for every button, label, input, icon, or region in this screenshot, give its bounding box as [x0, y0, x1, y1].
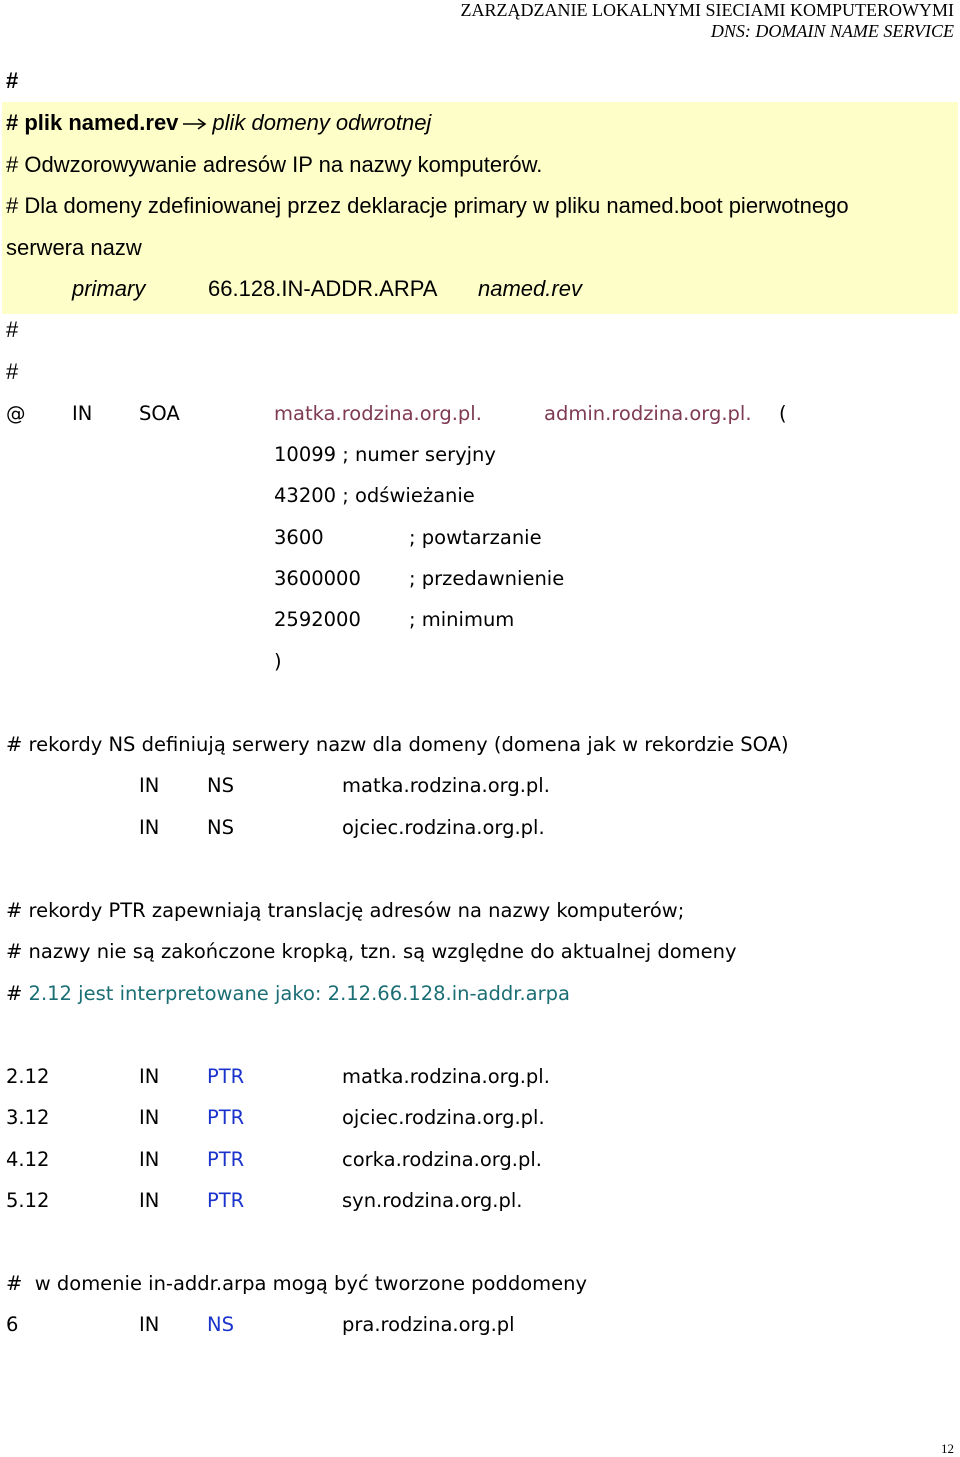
soa-retry-value: 3600 — [274, 526, 324, 549]
ptr-host: corka.rodzina.org.pl. — [342, 1148, 542, 1171]
soa-at: @ — [6, 402, 26, 425]
ptr-name: 3.12 — [6, 1106, 50, 1129]
ptr-type: PTR — [207, 1065, 245, 1088]
file-title: # plik named.rev plik domeny odwrotnej — [6, 110, 431, 136]
ptr-type: PTR — [207, 1106, 245, 1129]
hash-line: # — [6, 317, 19, 342]
comment-line: # Dla domeny zdefiniowanej przez deklara… — [6, 193, 849, 218]
ns-class: IN — [139, 774, 160, 797]
file-title-italic: plik domeny odwrotnej — [212, 110, 432, 135]
soa-type: SOA — [139, 402, 180, 425]
soa-retry-comment: ; powtarzanie — [409, 526, 542, 549]
soa-minimum-value: 2592000 — [274, 608, 361, 631]
page-number: 12 — [941, 1441, 954, 1456]
comment-line: serwera nazw — [6, 235, 142, 260]
header-title: ZARZĄDZANIE LOKALNYMI SIECIAMI KOMPUTERO… — [460, 0, 954, 20]
ptr-host: ojciec.rodzina.org.pl. — [342, 1106, 545, 1129]
soa-minimum-comment: ; minimum — [409, 608, 515, 631]
soa-refresh: 43200 ; odświeżanie — [274, 484, 475, 507]
ptr-comment: # rekordy PTR zapewniają translację adre… — [6, 899, 685, 922]
ptr-class: IN — [139, 1148, 160, 1171]
ptr-comment: # nazwy nie są zakończone kropką, tzn. s… — [6, 940, 737, 963]
ptr-host: matka.rodzina.org.pl. — [342, 1065, 550, 1088]
file-title-bold: # plik named.rev — [6, 110, 179, 135]
sub-class: IN — [139, 1313, 160, 1336]
ptr-type: PTR — [207, 1189, 245, 1212]
soa-nameserver: matka.rodzina.org.pl. — [274, 402, 482, 425]
ptr-class: IN — [139, 1106, 160, 1129]
ptr-host: syn.rodzina.org.pl. — [342, 1189, 523, 1212]
ns-type: NS — [207, 774, 234, 797]
sub-name: 6 — [6, 1313, 19, 1336]
ns-host: ojciec.rodzina.org.pl. — [342, 816, 545, 839]
header-subtitle: DNS: DOMAIN NAME SERVICE — [710, 21, 954, 41]
ptr-class: IN — [139, 1189, 160, 1212]
ptr-comment: # 2.12 jest interpretowane jako: 2.12.66… — [6, 982, 570, 1005]
comment-line: # Odwzorowywanie adresów IP na nazwy kom… — [6, 152, 543, 177]
right-arrow-icon — [183, 118, 207, 130]
ptr-comment-example: 2.12 jest interpretowane jako: 2.12.66.1… — [22, 982, 570, 1005]
ns-host: matka.rodzina.org.pl. — [342, 774, 550, 797]
ns-comment: # rekordy NS definiują serwery nazw dla … — [6, 733, 789, 756]
ptr-comment-hash: # — [6, 982, 23, 1005]
sub-type: NS — [207, 1313, 234, 1336]
sub-host: pra.rodzina.org.pl — [342, 1313, 515, 1336]
subdomain-comment: # w domenie in-addr.arpa mogą być tworzo… — [6, 1272, 588, 1295]
soa-expire-value: 3600000 — [274, 567, 361, 590]
soa-serial: 10099 ; numer seryjny — [274, 443, 496, 466]
ptr-name: 4.12 — [6, 1148, 50, 1171]
soa-open-paren: ( — [779, 402, 787, 425]
soa-expire-comment: ; przedawnienie — [409, 567, 565, 590]
soa-admin: admin.rodzina.org.pl. — [544, 402, 752, 425]
ptr-class: IN — [139, 1065, 160, 1088]
hash-line: # — [6, 359, 19, 384]
ptr-name: 2.12 — [6, 1065, 50, 1088]
zone-name: 66.128.IN-ADDR.ARPA — [208, 276, 438, 301]
ptr-name: 5.12 — [6, 1189, 50, 1212]
soa-close-paren: ) — [274, 650, 282, 673]
hash-line: # — [6, 68, 19, 93]
soa-class: IN — [72, 402, 93, 425]
ns-type: NS — [207, 816, 234, 839]
ptr-type: PTR — [207, 1148, 245, 1171]
primary-keyword: primary — [72, 276, 146, 301]
ns-class: IN — [139, 816, 160, 839]
zone-file: named.rev — [478, 276, 582, 301]
